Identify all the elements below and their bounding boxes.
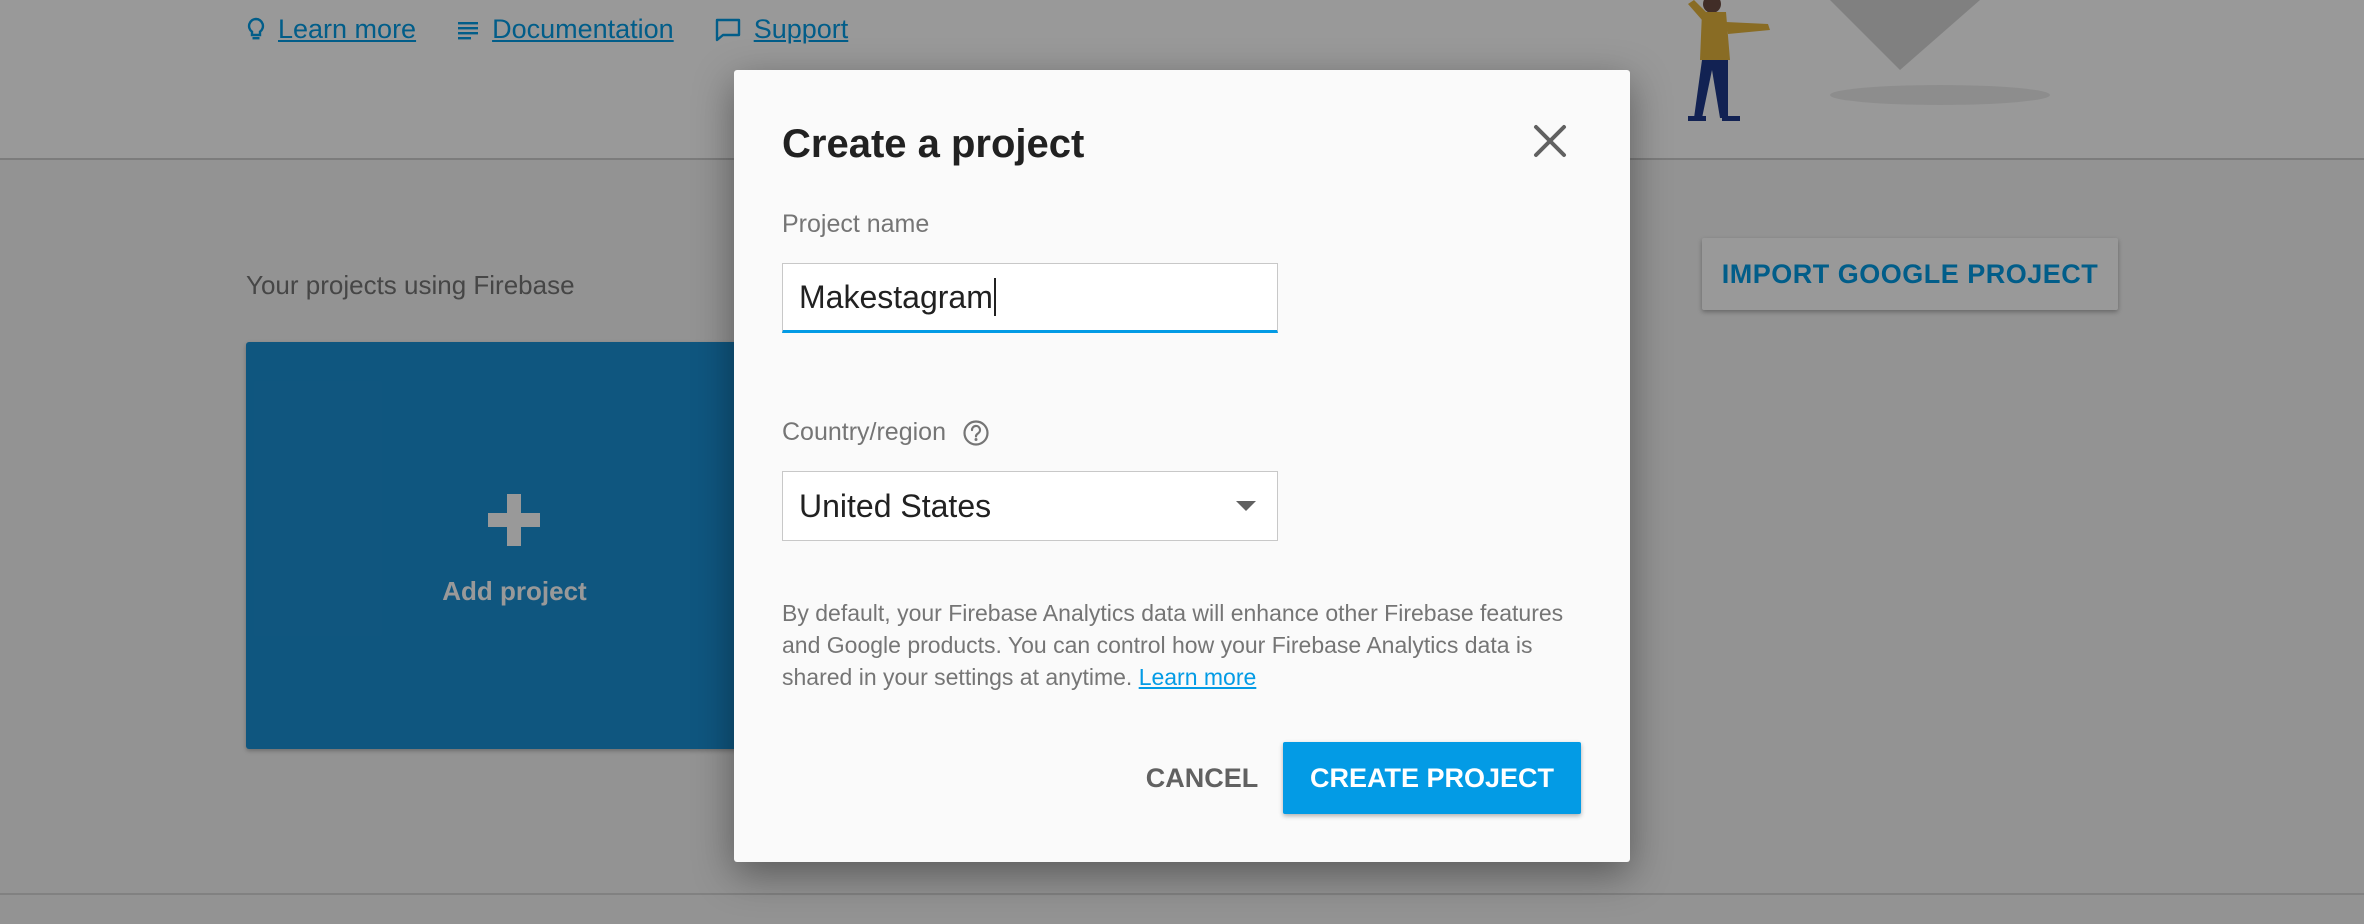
text-caret xyxy=(993,278,996,316)
disclaimer-learn-more-link[interactable]: Learn more xyxy=(1139,664,1257,690)
close-icon[interactable] xyxy=(1529,120,1571,162)
country-label: Country/region xyxy=(782,418,946,446)
help-icon[interactable] xyxy=(962,419,990,447)
create-project-button[interactable]: CREATE PROJECT xyxy=(1283,742,1581,814)
country-value: United States xyxy=(799,487,992,524)
create-project-dialog: Create a project Project name Makestagra… xyxy=(734,70,1630,862)
cancel-button[interactable]: CANCEL xyxy=(1107,742,1297,814)
country-label-row: Country/region xyxy=(782,418,990,447)
dialog-title: Create a project xyxy=(782,122,1085,166)
analytics-disclaimer: By default, your Firebase Analytics data… xyxy=(782,597,1592,693)
project-name-value: Makestagram xyxy=(799,278,993,315)
country-select[interactable]: United States xyxy=(782,471,1278,541)
project-name-input[interactable]: Makestagram xyxy=(782,263,1278,333)
project-name-label: Project name xyxy=(782,210,930,238)
dropdown-arrow-icon xyxy=(1236,501,1256,511)
firebase-console-page: Learn more Documentation Support Your pr… xyxy=(0,0,2364,924)
